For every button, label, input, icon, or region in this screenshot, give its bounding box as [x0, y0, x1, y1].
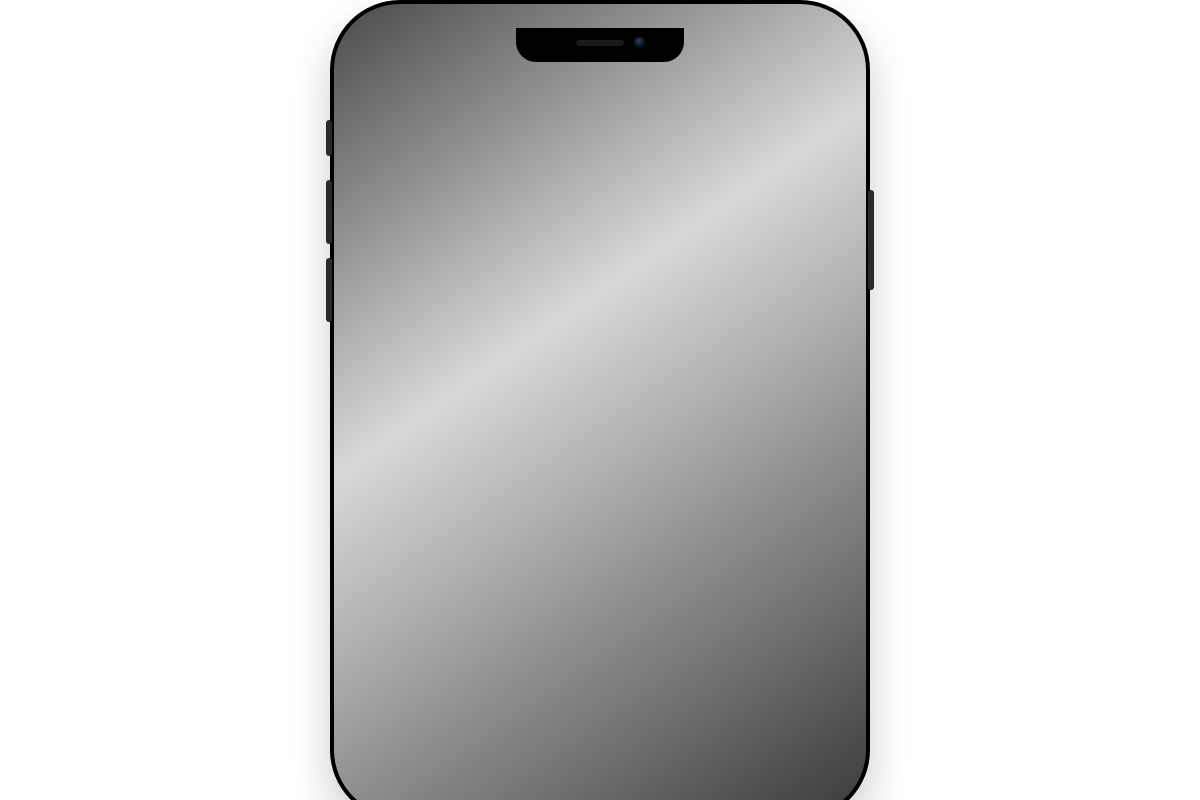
copyright-label: © 2022 — [358, 441, 842, 476]
row-name: twin flame — [402, 406, 770, 426]
alert-subtitle: “twin flame” — [451, 498, 749, 515]
assign-to-contact-button[interactable]: Assign to a Contact — [435, 640, 765, 695]
back-button[interactable]: ‹ Ringtones — [372, 88, 469, 116]
front-camera — [634, 37, 646, 49]
item-header: MAINSTREAMSELLOUT — [358, 127, 842, 303]
set-default-texttone-button[interactable]: Set as Default Text Tone — [435, 585, 765, 640]
released-label: Released Apr 1, 2022 — [540, 276, 684, 291]
table-header: NAME PRICE — [358, 358, 842, 391]
iphone-frame: 9:41 ‹ Ringtones — [330, 0, 870, 800]
earpiece — [576, 40, 624, 46]
album-art[interactable]: MAINSTREAMSELLOUT — [374, 141, 524, 291]
row-index: 1 — [374, 407, 402, 425]
power-button — [868, 190, 874, 290]
chevron-left-icon: ‹ — [372, 87, 381, 115]
volume-up-button — [326, 180, 332, 244]
new-tone-alert: New Tone “twin flame” Set as Default Rin… — [435, 458, 765, 749]
tab-songs[interactable]: Songs — [377, 312, 526, 345]
volume-down-button — [326, 258, 332, 322]
status-time: 9:41 — [392, 43, 428, 63]
th-price: PRICE — [781, 369, 820, 381]
segmented-control: Songs Reviews Related — [374, 309, 826, 348]
share-button[interactable] — [804, 88, 828, 116]
done-button[interactable]: Done — [435, 695, 765, 749]
nav-divider — [358, 126, 842, 127]
back-label: Ringtones — [383, 91, 469, 113]
cellular-icon — [738, 47, 756, 60]
artist-link[interactable]: Machine Gun Kelly › — [540, 167, 684, 185]
wifi-icon — [762, 47, 780, 60]
alert-title: New Tone — [451, 474, 749, 496]
chevron-right-icon: › — [678, 167, 684, 185]
nav-bar: ‹ Ringtones — [358, 78, 842, 126]
buy-button[interactable]: $1.29 — [770, 403, 826, 428]
notch — [516, 28, 684, 62]
mute-switch — [326, 120, 332, 156]
battery-icon — [786, 47, 814, 60]
set-default-ringtone-button[interactable]: Set as Default Ringtone — [435, 530, 765, 585]
genre-label: Alternative — [540, 261, 684, 276]
th-name: NAME — [412, 369, 781, 381]
screen: 9:41 ‹ Ringtones — [358, 28, 842, 792]
tab-reviews[interactable]: Reviews — [526, 312, 675, 345]
modal-dim — [358, 28, 842, 792]
tab-related[interactable]: Related — [674, 312, 823, 345]
album-banner: MAINSTREAMSELLOUT — [381, 148, 473, 157]
table-row[interactable]: 1 twin flame $1.29 — [358, 391, 842, 441]
artist-name: Machine Gun Kelly — [540, 167, 674, 185]
item-title: twin flame — [540, 141, 684, 165]
